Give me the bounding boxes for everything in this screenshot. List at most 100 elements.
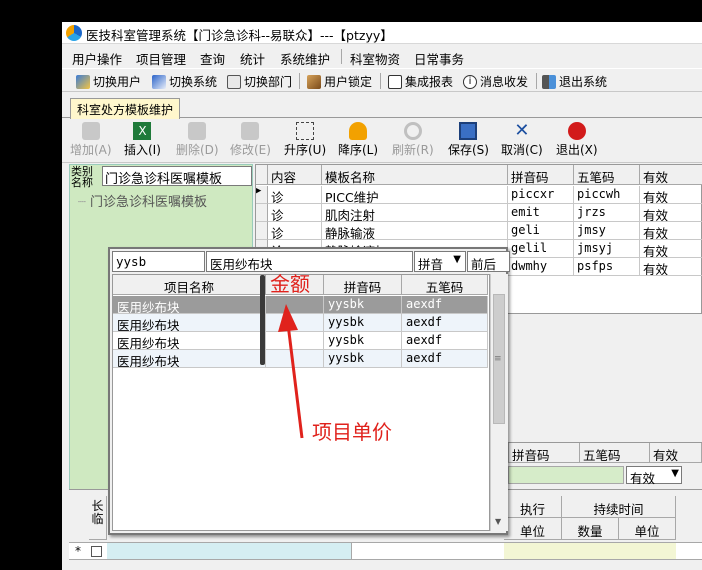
add-button[interactable]: 增加(A) (70, 122, 112, 158)
menu-item-management[interactable]: 项目管理 (136, 49, 186, 68)
result-item-name[interactable]: 医用纱布块 (113, 296, 266, 314)
cell-wubi[interactable]: jrzs (574, 204, 640, 222)
exit-button[interactable]: 退出(X) (556, 122, 598, 158)
detail-header-pinyin[interactable]: 拼音码 (508, 443, 580, 463)
result-item-name[interactable]: 医用纱布块 (113, 350, 266, 368)
delete-button[interactable]: 删除(D) (176, 122, 219, 158)
switch-system-button[interactable]: 切换系统 (152, 73, 217, 90)
search-match-select[interactable]: 前后 (467, 251, 510, 272)
popup-scrollbar[interactable]: ≡ ▼ (490, 274, 508, 531)
refresh-icon (403, 122, 422, 140)
result-wubi[interactable]: aexdf (402, 296, 488, 314)
cell-template-name[interactable]: 静脉输液 (322, 222, 508, 240)
new-row-unit-cell[interactable] (504, 543, 562, 559)
sort-ascending-button[interactable]: 升序(U) (284, 122, 326, 158)
result-item-name[interactable]: 医用纱布块 (113, 332, 266, 350)
cell-valid[interactable]: 有效 (640, 222, 702, 240)
info-icon: i (463, 74, 477, 89)
new-row-dur-unit-cell[interactable] (619, 543, 676, 559)
new-row-name-cell[interactable] (107, 543, 352, 559)
cell-template-name[interactable]: 肌肉注射 (322, 204, 508, 222)
insert-button[interactable]: X 插入(I) (124, 122, 161, 158)
cell-pinyin[interactable]: dwmhy (508, 258, 574, 276)
new-row-qty-cell[interactable] (562, 543, 619, 559)
result-wubi[interactable]: aexdf (402, 350, 488, 368)
detail-header-wubi[interactable]: 五笔码 (580, 443, 650, 463)
cell-valid[interactable]: 有效 (640, 204, 702, 222)
cell-pinyin[interactable]: geli (508, 222, 574, 240)
header-wubi-code[interactable]: 五笔码 (402, 275, 488, 295)
header-content[interactable]: 内容 (268, 165, 322, 185)
detail-filter-cell[interactable] (508, 466, 624, 484)
cell-wubi[interactable]: jmsy (574, 222, 640, 240)
cell-pinyin[interactable]: piccxr (508, 186, 574, 204)
app-logo-icon (66, 25, 82, 41)
tab-strip: 科室处方模板维护 (62, 94, 702, 119)
cell-pinyin[interactable]: emit (508, 204, 574, 222)
result-pinyin[interactable]: yysbk (324, 350, 402, 368)
integrated-report-button[interactable]: 集成报表 (388, 73, 453, 90)
power-icon (567, 122, 586, 140)
cell-wubi[interactable]: jmsyj (574, 240, 640, 258)
menu-daily-affairs[interactable]: 日常事务 (414, 49, 464, 68)
cell-valid[interactable]: 有效 (640, 258, 702, 276)
chevron-down-icon: ▼ (453, 254, 461, 265)
result-pinyin[interactable]: yysbk (324, 314, 402, 332)
cancel-button[interactable]: ✕ 取消(C) (501, 122, 543, 158)
price-column-highlight (260, 275, 265, 365)
sort-descending-button[interactable]: 降序(L) (338, 122, 378, 158)
header-valid[interactable]: 有效 (640, 165, 702, 185)
scroll-down-arrow-icon[interactable]: ▼ (495, 517, 501, 526)
tab-prescription-template[interactable]: 科室处方模板维护 (70, 98, 181, 119)
new-row: * (69, 542, 702, 560)
cell-content[interactable]: 诊 (268, 222, 322, 240)
search-code-input[interactable]: yysb (112, 251, 205, 272)
cell-valid[interactable]: 有效 (640, 240, 702, 258)
row-indicator[interactable] (256, 222, 268, 240)
result-pinyin[interactable]: yysbk (324, 332, 402, 350)
cell-pinyin[interactable]: gelil (508, 240, 574, 258)
search-mode-select[interactable]: 拼音 ▼ (414, 251, 466, 272)
user-lock-button[interactable]: 用户锁定 (307, 73, 372, 90)
result-item-name[interactable]: 医用纱布块 (113, 314, 266, 332)
menu-query[interactable]: 查询 (200, 49, 225, 68)
scrollbar-grip-icon: ≡ (494, 354, 502, 364)
window-title: 医技科室管理系统【门诊急诊科--易联众】---【ptzyy】 (86, 28, 393, 43)
result-wubi[interactable]: aexdf (402, 332, 488, 350)
quickbar-separator (299, 73, 300, 89)
menu-system-maintenance[interactable]: 系统维护 (280, 49, 330, 68)
cell-valid[interactable]: 有效 (640, 186, 702, 204)
cell-wubi[interactable]: psfps (574, 258, 640, 276)
menu-separator (341, 49, 342, 64)
long-term-checkbox[interactable] (91, 546, 102, 557)
valid-select[interactable]: 有效 ▼ (626, 466, 682, 486)
detail-header-valid[interactable]: 有效 (650, 443, 702, 463)
cell-content[interactable]: 诊 (268, 204, 322, 222)
menu-user-ops[interactable]: 用户操作 (72, 49, 122, 68)
switch-user-button[interactable]: 切换用户 (76, 73, 141, 90)
header-pinyin-code[interactable]: 拼音码 (324, 275, 402, 295)
header-item-name[interactable]: 项目名称 (113, 275, 266, 295)
exit-system-button[interactable]: 退出系统 (542, 73, 607, 90)
messages-button[interactable]: i 消息收发 (463, 73, 528, 90)
modify-button[interactable]: 修改(E) (230, 122, 271, 158)
result-pinyin[interactable]: yysbk (324, 296, 402, 314)
cell-content[interactable]: 诊 (268, 186, 322, 204)
tree-node-template[interactable]: ┈ 门诊急诊科医嘱模板 (78, 191, 207, 210)
menu-statistics[interactable]: 统计 (240, 49, 265, 68)
row-indicator[interactable]: ▶ (256, 186, 268, 204)
row-indicator[interactable] (256, 204, 268, 222)
header-template-name[interactable]: 模板名称 (322, 165, 508, 185)
switch-department-button[interactable]: 切换部门 (227, 73, 292, 90)
cell-template-name[interactable]: PICC维护 (322, 186, 508, 204)
result-wubi[interactable]: aexdf (402, 314, 488, 332)
cell-wubi[interactable]: piccwh (574, 186, 640, 204)
switch-department-icon (227, 74, 241, 89)
header-wubi[interactable]: 五笔码 (574, 165, 640, 185)
save-button[interactable]: 保存(S) (448, 122, 489, 158)
header-pinyin[interactable]: 拼音码 (508, 165, 574, 185)
refresh-button[interactable]: 刷新(R) (392, 122, 434, 158)
category-name-input[interactable]: 门诊急诊科医嘱模板 (102, 166, 252, 186)
add-icon (81, 122, 100, 140)
menu-dept-supplies[interactable]: 科室物资 (350, 49, 400, 68)
